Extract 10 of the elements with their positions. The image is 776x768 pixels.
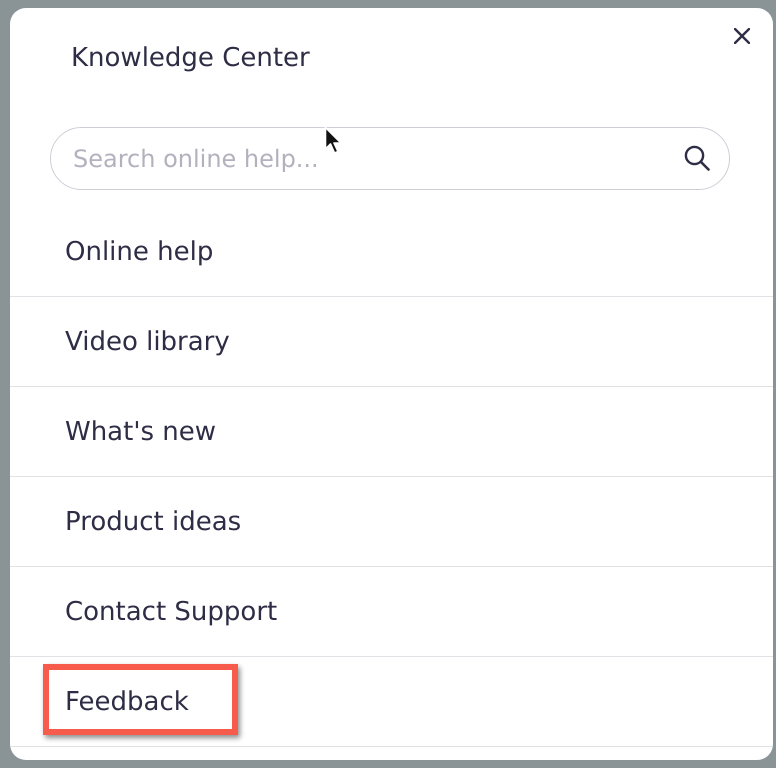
menu-link[interactable]: Contact Support	[65, 596, 278, 628]
menu-link[interactable]: Online help	[65, 236, 214, 268]
search-icon[interactable]	[684, 145, 710, 171]
dialog-title: Knowledge Center	[71, 42, 310, 75]
menu-link[interactable]: Product ideas	[65, 506, 242, 538]
close-icon[interactable]	[734, 28, 750, 44]
menu-link[interactable]: What's new	[65, 416, 216, 448]
search-field[interactable]: Search online help...	[50, 127, 730, 190]
menu-link[interactable]: Video library	[65, 326, 230, 358]
menu-link[interactable]: Feedback	[65, 686, 189, 718]
